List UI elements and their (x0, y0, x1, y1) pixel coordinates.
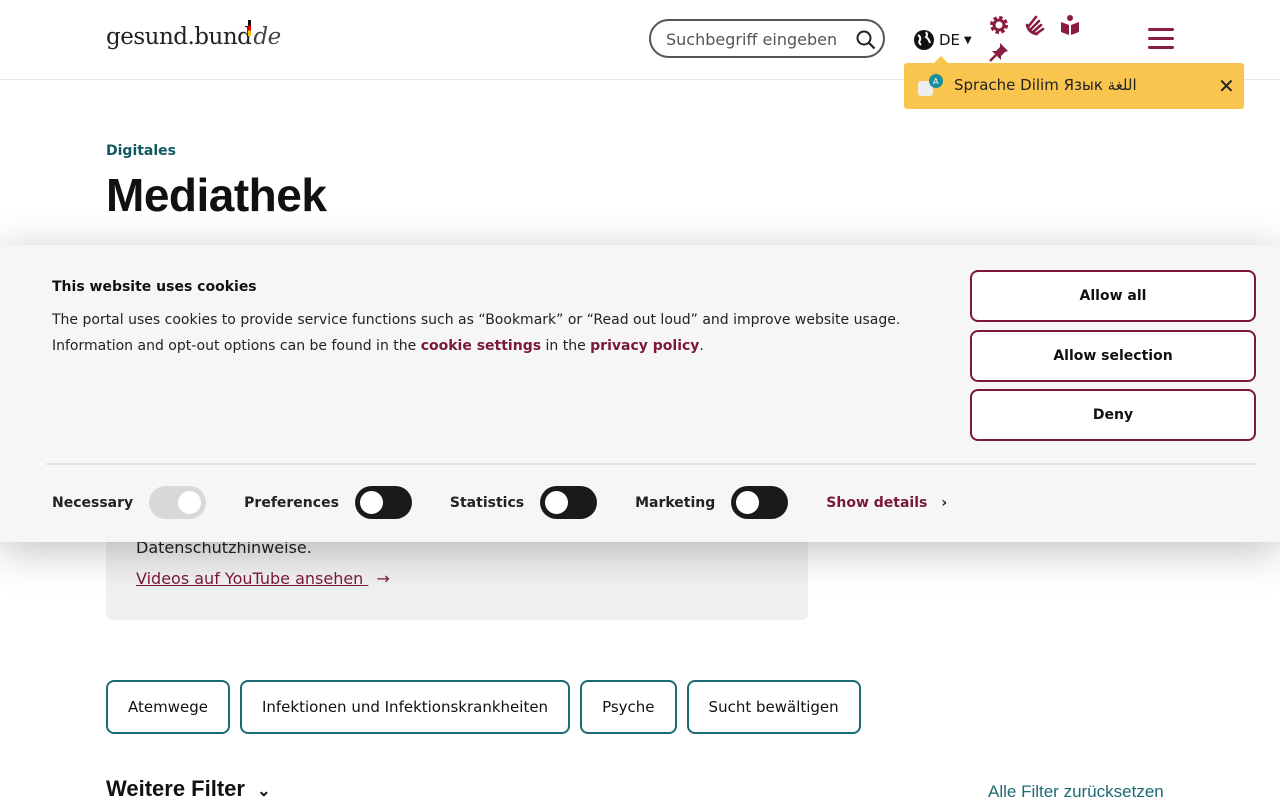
statistics-toggle[interactable] (540, 486, 598, 519)
cookie-title: This website uses cookies (52, 279, 257, 295)
marketing-label: Marketing (635, 494, 716, 511)
filter-chip[interactable]: Infektionen und Infektionskrankheiten (239, 680, 571, 734)
chevron-down-icon: ▼ (964, 34, 972, 46)
show-details-label: Show details (826, 494, 928, 511)
preferences-toggle[interactable] (354, 486, 412, 519)
easy-language-book-icon[interactable] (1060, 14, 1080, 40)
filter-chip[interactable]: Psyche (580, 680, 677, 734)
language-label: DE (939, 31, 961, 49)
language-tooltip: A Sprache Dilim Язык اللغة ✕ (904, 56, 1244, 109)
chevron-down-icon: ⌄ (257, 783, 271, 800)
menu-hamburger-icon[interactable] (1148, 28, 1174, 50)
globe-icon (914, 30, 934, 50)
logo-suffix: de (253, 24, 281, 50)
allow-all-button[interactable]: Allow all (970, 270, 1256, 322)
search-icon[interactable] (856, 30, 876, 54)
show-details-link[interactable]: Show details › (826, 495, 947, 511)
language-tooltip-text: Sprache Dilim Язык اللغة (954, 76, 1137, 94)
allow-selection-button[interactable]: Allow selection (970, 330, 1256, 382)
preferences-label: Preferences (244, 494, 339, 511)
page-eyebrow[interactable]: Digitales (106, 143, 176, 159)
arrow-right-icon: → (376, 569, 390, 588)
svg-text:A: A (933, 77, 939, 86)
deny-button[interactable]: Deny (970, 389, 1256, 441)
filter-chip[interactable]: Sucht bewältigen (686, 680, 861, 734)
filter-chips: Atemwege Infektionen und Infektionskrank… (106, 680, 861, 734)
marketing-toggle[interactable] (731, 486, 789, 519)
youtube-link-label: Videos auf YouTube ansehen (136, 569, 364, 588)
statistics-label: Statistics (449, 494, 525, 511)
page-title: Mediathek (106, 169, 327, 221)
cookie-text: The portal uses cookies to provide servi… (52, 312, 901, 354)
translate-icon: A (916, 73, 946, 103)
necessary-toggle (149, 486, 207, 519)
necessary-label: Necessary (52, 494, 134, 511)
reset-filters-link[interactable]: Alle Filter zurücksetzen (988, 782, 1164, 802)
logo-text: gesund.bund (106, 24, 252, 50)
more-filters-label: Weitere Filter (106, 776, 245, 801)
cookie-settings-link[interactable]: cookie settings (421, 338, 541, 354)
settings-gear-icon[interactable] (988, 14, 1010, 40)
cookie-categories: Necessary Preferences Statistics Marketi… (52, 486, 947, 519)
sign-language-icon[interactable] (1024, 13, 1048, 41)
language-selector[interactable]: DE ▼ (913, 29, 972, 51)
cookie-divider (46, 463, 1256, 465)
filter-chip[interactable]: Atemwege (106, 680, 230, 734)
cookie-banner: This website uses cookies The portal use… (0, 245, 1280, 542)
privacy-policy-link[interactable]: privacy policy (590, 338, 699, 354)
search-placeholder: Suchbegriff eingeben (666, 30, 838, 49)
site-logo[interactable]: gesund.bundde (106, 24, 281, 50)
close-icon[interactable]: ✕ (1218, 74, 1235, 98)
chevron-right-icon: › (941, 494, 948, 511)
more-filters-toggle[interactable]: Weitere Filter ⌄ (106, 776, 271, 802)
logo-flag-mark (248, 20, 251, 36)
youtube-link[interactable]: Videos auf YouTube ansehen → (136, 569, 390, 588)
